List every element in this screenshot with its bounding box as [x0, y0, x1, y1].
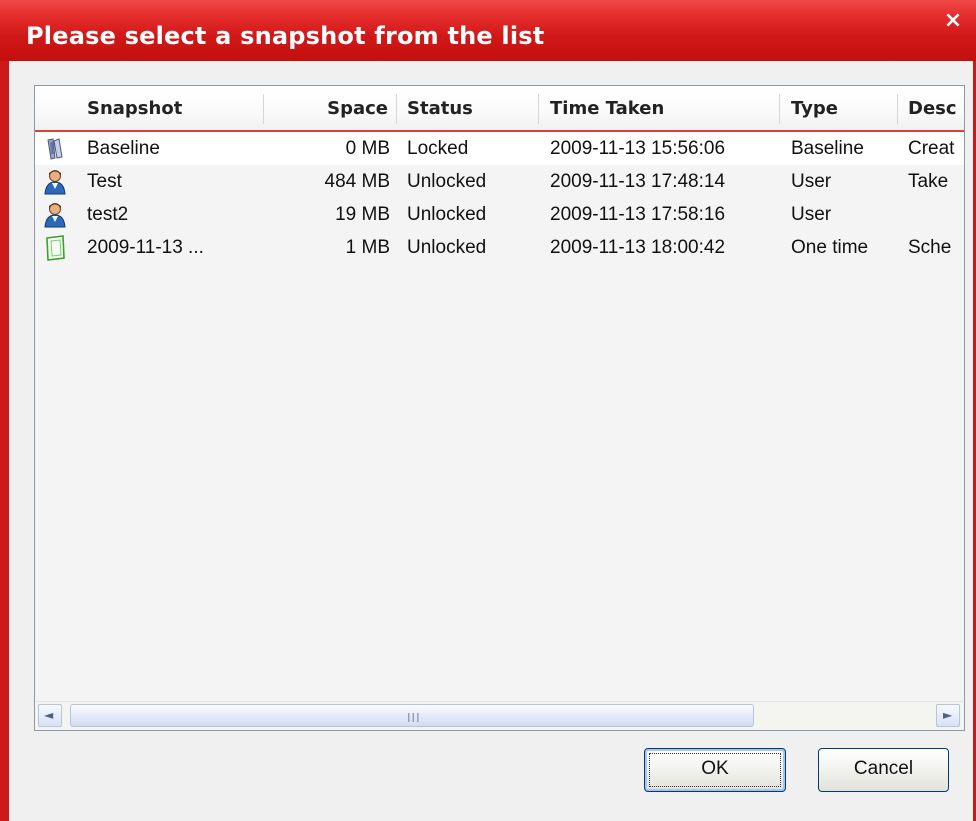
table-row[interactable]: 2009-11-13 ... 1 MB Unlocked 2009-11-13 …	[35, 231, 964, 264]
column-header-time-taken[interactable]: Time Taken	[550, 86, 770, 130]
snapshot-description	[908, 198, 964, 231]
table-row[interactable]: Test 484 MB Unlocked 2009-11-13 17:48:14…	[35, 165, 964, 198]
column-divider[interactable]	[538, 94, 539, 124]
column-divider[interactable]	[897, 94, 898, 124]
snapshot-status: Unlocked	[407, 237, 487, 258]
list-header: Snapshot Space Status Time Taken Type De…	[35, 86, 964, 132]
scheduled-icon	[46, 235, 65, 261]
snapshot-status: Unlocked	[407, 204, 487, 225]
focus-rectangle	[649, 753, 781, 787]
user-icon	[44, 170, 66, 195]
snapshot-time-taken: 2009-11-13 18:00:42	[550, 237, 726, 258]
scroll-thumb[interactable]: III	[70, 704, 754, 727]
snapshot-name: test2	[87, 204, 129, 225]
title-bar[interactable]: Please select a snapshot from the list ×	[0, 0, 976, 61]
dialog-body: Snapshot Space Status Time Taken Type De…	[9, 61, 973, 821]
snapshot-name: Baseline	[87, 138, 160, 159]
column-divider[interactable]	[779, 94, 780, 124]
snapshot-type: User	[791, 204, 832, 225]
snapshot-name: 2009-11-13 ...	[87, 237, 204, 258]
table-row[interactable]: Baseline 0 MB Locked 2009-11-13 15:56:06…	[35, 132, 964, 165]
baseline-icon	[47, 138, 63, 160]
snapshot-description: Sche	[908, 237, 952, 258]
column-divider[interactable]	[396, 94, 397, 124]
window-frame-left	[0, 61, 9, 821]
cancel-button-label: Cancel	[853, 758, 914, 779]
snapshot-space: 1 MB	[345, 237, 390, 258]
chevron-right-icon: ►	[943, 708, 953, 722]
snapshot-status: Unlocked	[407, 171, 487, 192]
scroll-right-button[interactable]: ►	[936, 704, 960, 727]
snapshot-type: Baseline	[791, 138, 864, 159]
column-header-type[interactable]: Type	[791, 86, 891, 130]
snapshot-status: Locked	[407, 138, 469, 159]
snapshot-time-taken: 2009-11-13 17:48:14	[550, 171, 726, 192]
snapshot-time-taken: 2009-11-13 15:56:06	[550, 138, 726, 159]
user-icon	[44, 203, 66, 228]
snapshot-space: 0 MB	[345, 138, 390, 159]
column-header-space[interactable]: Space	[264, 86, 390, 130]
snapshot-space: 484 MB	[324, 171, 390, 192]
snapshot-list[interactable]: Snapshot Space Status Time Taken Type De…	[34, 85, 965, 731]
scroll-left-button[interactable]: ◄	[38, 704, 62, 727]
snapshot-type: One time	[791, 237, 869, 258]
snapshot-type: User	[791, 171, 832, 192]
snapshot-description: Take	[908, 171, 949, 192]
ok-button[interactable]: OK	[644, 748, 786, 792]
snapshot-name: Test	[87, 171, 122, 192]
horizontal-scrollbar[interactable]: ◄ III ►	[36, 701, 963, 729]
snapshot-description: Creat	[908, 138, 955, 159]
snapshot-space: 19 MB	[335, 204, 390, 225]
table-row[interactable]: test2 19 MB Unlocked 2009-11-13 17:58:16…	[35, 198, 964, 231]
snapshot-time-taken: 2009-11-13 17:58:16	[550, 204, 726, 225]
column-header-status[interactable]: Status	[407, 86, 537, 130]
close-icon[interactable]: ×	[942, 10, 964, 32]
chevron-left-icon: ◄	[44, 708, 54, 722]
column-header-description[interactable]: Desc	[908, 86, 964, 130]
cancel-button[interactable]: Cancel	[818, 748, 949, 792]
column-header-snapshot[interactable]: Snapshot	[87, 86, 257, 130]
dialog-title: Please select a snapshot from the list	[26, 22, 545, 50]
scroll-grip: III	[407, 711, 421, 725]
